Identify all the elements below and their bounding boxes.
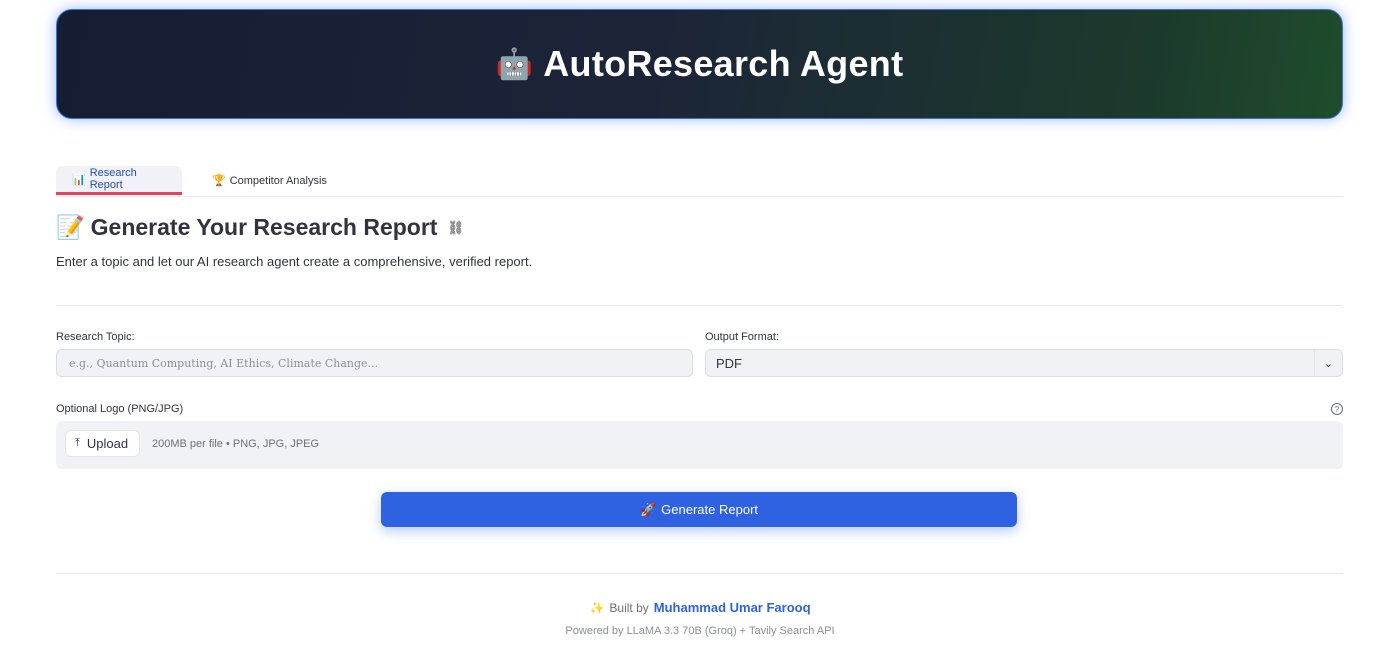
file-dropzone[interactable]: ⤒ Upload 200MB per file • PNG, JPG, JPEG — [56, 421, 1343, 469]
help-icon[interactable]: ? — [1331, 403, 1343, 415]
trophy-icon: 🏆 — [212, 175, 226, 187]
upload-icon: ⤒ — [75, 437, 80, 449]
upload-hint: 200MB per file • PNG, JPG, JPEG — [152, 438, 320, 450]
output-format-value: PDF — [716, 355, 742, 371]
built-by-text: Built by — [609, 601, 649, 615]
robot-icon: 🤖 — [495, 47, 534, 81]
tab-competitor-analysis[interactable]: 🏆 Competitor Analysis — [196, 166, 343, 195]
link-icon[interactable]: ⛓ — [447, 220, 464, 236]
output-format-label: Output Format: — [705, 331, 779, 343]
output-format-select[interactable]: PDF ⌄ — [705, 349, 1343, 377]
bar-chart-icon: 📊 — [72, 173, 86, 186]
generate-report-label: Generate Report — [661, 502, 759, 517]
app-title-text: AutoResearch Agent — [543, 43, 904, 84]
sparkles-icon: ✨ — [589, 601, 605, 615]
divider — [56, 573, 1343, 574]
upload-button[interactable]: ⤒ Upload — [65, 430, 140, 457]
app-title: 🤖 AutoResearch Agent — [496, 43, 904, 85]
tab-bar: 📊 Research Report 🏆 Competitor Analysis — [56, 166, 1343, 197]
chevron-down-icon: ⌄ — [1314, 350, 1342, 376]
footer-credit: ✨ Built by Muhammad Umar Farooq — [0, 600, 1400, 615]
tab-label: Competitor Analysis — [229, 174, 327, 187]
powered-by-text: Powered by LLaMA 3.3 70B (Groq) + Tavily… — [565, 625, 835, 637]
section-intro: Enter a topic and let our AI research ag… — [56, 254, 533, 269]
divider — [56, 305, 1343, 306]
section-heading-text: Generate Your Research Report — [90, 214, 438, 240]
generate-report-button[interactable]: 🚀 Generate Report — [381, 492, 1017, 527]
logo-upload-label: Optional Logo (PNG/JPG) — [56, 403, 184, 415]
research-topic-label: Research Topic: — [56, 331, 135, 343]
header-banner: 🤖 AutoResearch Agent — [56, 9, 1343, 119]
upload-button-label: Upload — [86, 436, 129, 451]
rocket-icon: 🚀 — [639, 501, 657, 517]
research-topic-input[interactable] — [56, 349, 693, 377]
app-page: 🤖 AutoResearch Agent 📊 Research Report 🏆… — [0, 0, 1400, 654]
tab-label: Research Report — [89, 167, 137, 191]
section-heading: 📝 Generate Your Research Report ⛓ — [56, 214, 464, 241]
author-link[interactable]: Muhammad Umar Farooq — [654, 600, 811, 615]
memo-icon: 📝 — [56, 214, 85, 240]
tab-research-report[interactable]: 📊 Research Report — [56, 166, 182, 195]
